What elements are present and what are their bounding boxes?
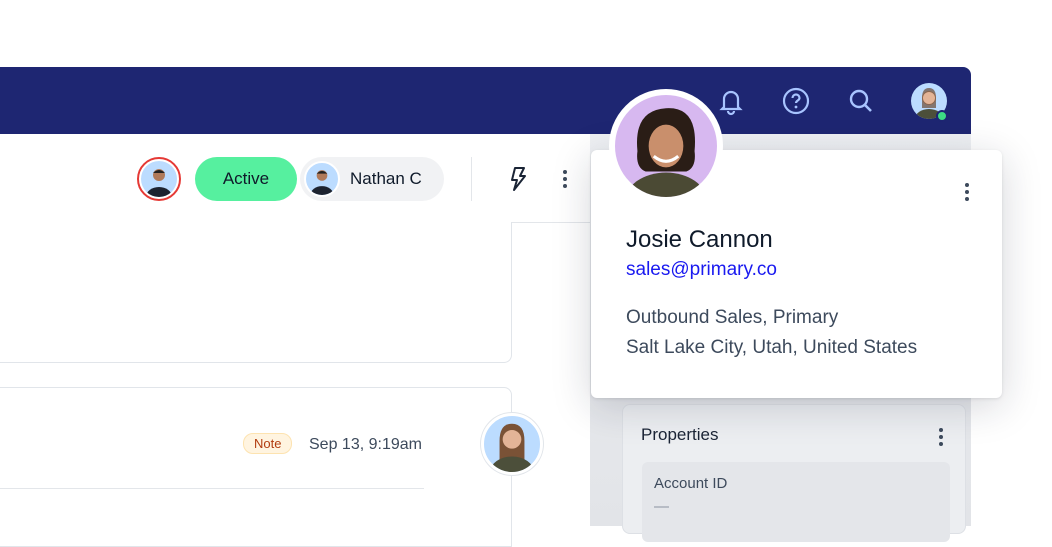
divider — [471, 157, 472, 201]
bell-icon[interactable] — [715, 85, 747, 117]
top-nav-bar — [0, 67, 971, 134]
profile-team: Outbound Sales, Primary — [626, 307, 839, 328]
note-timestamp: Sep 13, 9:19am — [309, 436, 422, 453]
profile-email-link[interactable]: sales@primary.co — [626, 259, 777, 281]
properties-card: Properties Account ID — — [622, 404, 966, 542]
lightning-icon[interactable] — [507, 166, 529, 192]
profile-location: Salt Lake City, Utah, United States — [626, 337, 918, 358]
profile-more-icon[interactable] — [965, 180, 969, 204]
divider — [0, 488, 424, 489]
search-icon[interactable] — [845, 85, 877, 117]
account-id-field[interactable]: Account ID — — [642, 462, 950, 542]
profile-avatar — [609, 89, 723, 203]
assignee-button[interactable]: Nathan C — [300, 157, 444, 201]
author-avatar[interactable] — [481, 413, 543, 475]
note-badge: Note — [243, 433, 293, 454]
more-options-icon[interactable] — [563, 167, 567, 191]
status-active-button[interactable]: Active — [195, 157, 297, 201]
online-status-dot — [936, 110, 948, 122]
owner-avatar[interactable] — [137, 157, 181, 201]
note-card: Note Sep 13, 9:19am — [0, 387, 512, 547]
properties-more-icon[interactable] — [939, 425, 943, 449]
content-card — [0, 222, 512, 363]
properties-title: Properties — [641, 425, 719, 444]
profile-name: Josie Cannon — [626, 226, 773, 253]
help-icon[interactable] — [780, 85, 812, 117]
assignee-avatar — [304, 161, 340, 197]
